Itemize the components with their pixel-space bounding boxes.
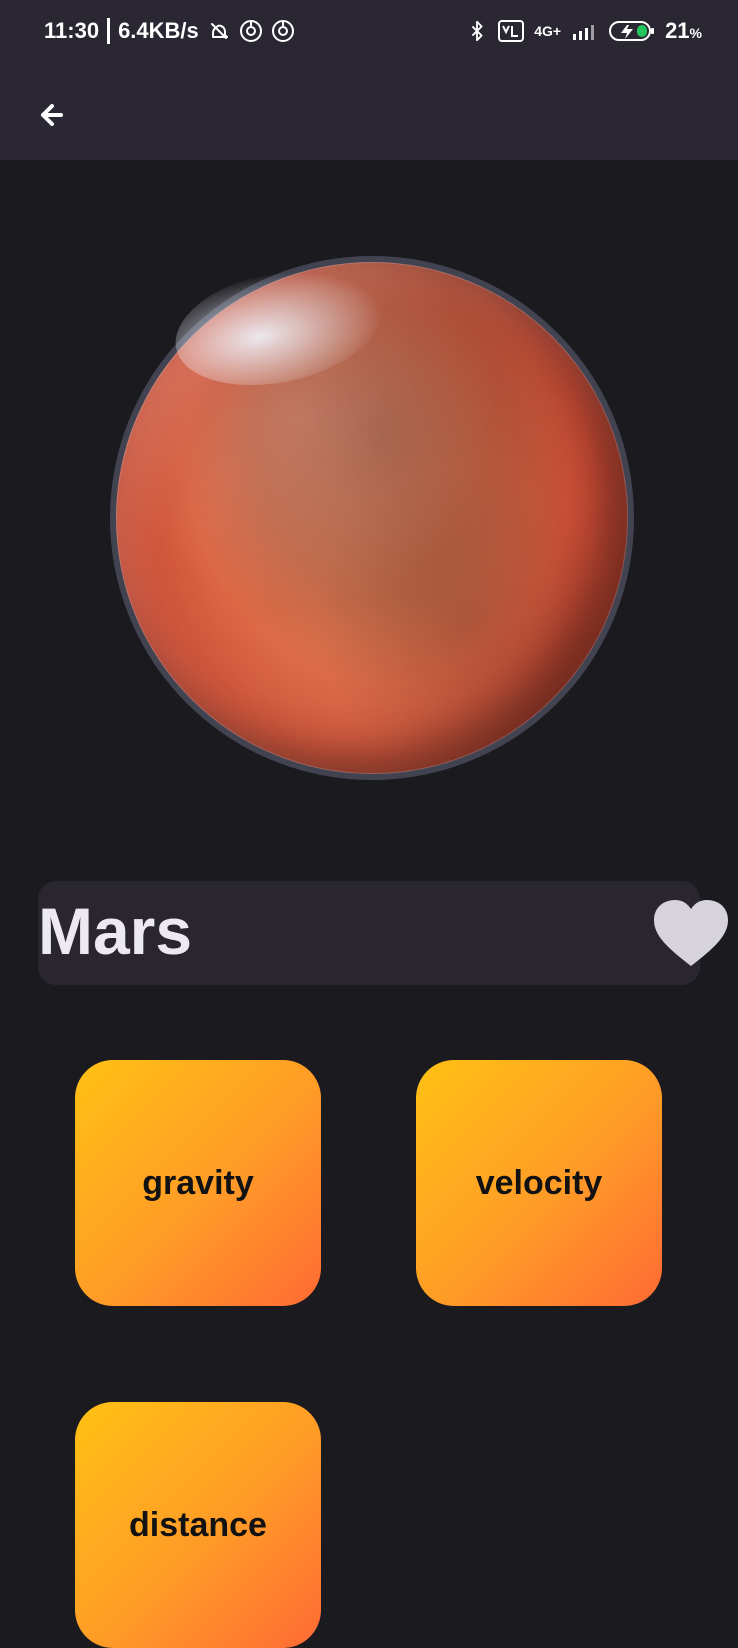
bell-off-icon [207,19,231,43]
favorite-button[interactable] [650,896,732,970]
network-label: 4G+ [534,23,562,39]
disturb-icon [239,19,263,43]
battery-percent: 21 [665,18,690,43]
back-button[interactable] [30,92,76,138]
velocity-tile[interactable]: velocity [416,1060,662,1306]
distance-label: distance [129,1505,267,1544]
status-left: 11:30 6.4KB/s [44,18,295,44]
net-speed-text: 6.4KB/s [118,18,199,43]
status-divider [107,18,111,44]
gravity-label: gravity [142,1163,254,1202]
distance-tile[interactable]: distance [75,1402,321,1648]
status-bar: 11:30 6.4KB/s 4G+ 21% [0,0,738,68]
planet-image [110,256,634,780]
planet-name: Mars [38,894,193,968]
planet-title-bar: Mars [38,881,728,985]
volte-icon [498,20,525,42]
back-arrow-icon [41,104,63,126]
signal-icon [571,20,599,42]
time-text: 11:30 [44,18,100,43]
battery-icon [609,19,655,43]
gravity-tile[interactable]: gravity [75,1060,321,1306]
battery-text: 21% [665,18,702,44]
status-right: 4G+ 21% [466,18,702,44]
battery-unit: % [689,25,702,41]
disturb-icon [271,19,295,43]
heart-icon [654,900,728,966]
velocity-label: velocity [475,1163,603,1202]
bluetooth-icon [466,20,488,42]
app-bar [0,68,738,160]
